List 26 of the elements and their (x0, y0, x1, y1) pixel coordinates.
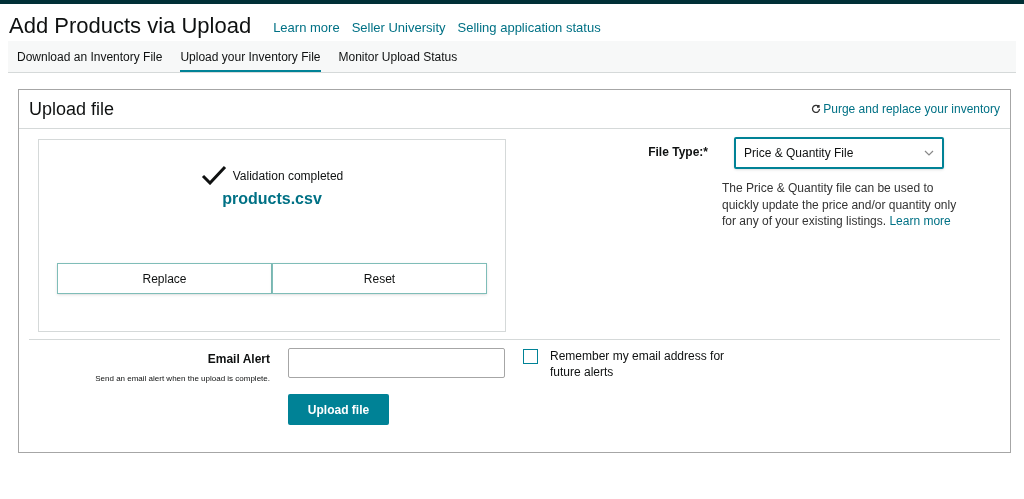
checkmark-icon (200, 165, 227, 185)
remember-checkbox[interactable] (523, 349, 538, 364)
upload-file-button[interactable]: Upload file (288, 394, 389, 425)
tab[interactable]: Upload your Inventory File (180, 41, 321, 72)
panel-title: Upload file (29, 97, 115, 121)
learn-more-link[interactable]: Learn more (889, 214, 951, 228)
validation-status: Validation completed (232, 168, 344, 185)
upload-action-button[interactable]: Reset (272, 263, 487, 294)
tab[interactable]: Monitor Upload Status (338, 41, 458, 72)
file-type-select[interactable]: Price & Quantity File (734, 137, 944, 169)
header-link[interactable]: Learn more (273, 17, 340, 40)
header-link[interactable]: Selling application status (457, 17, 601, 40)
file-name: products.csv (222, 189, 322, 209)
file-type-label: File Type:* (648, 145, 708, 159)
page-title: Add Products via Upload (9, 12, 252, 40)
email-alert-hint: Send an email alert when the upload is complete. (95, 373, 270, 385)
email-alert-label: Email Alert (207, 351, 270, 368)
file-type-description: The Price & Quantity file can be used to quickly update the price and/or quantity only for any of your existing listings. Learn more (722, 180, 958, 230)
refresh-icon (811, 104, 822, 114)
chevron-down-icon (924, 150, 934, 156)
upload-action-button[interactable]: Replace (57, 263, 272, 294)
remember-label: Remember my email address for future alerts (550, 348, 726, 380)
tab[interactable]: Download an Inventory File (17, 41, 163, 72)
purge-link[interactable]: Purge and replace your inventory (811, 100, 1000, 118)
email-field[interactable] (288, 348, 505, 378)
header-link[interactable]: Seller University (351, 17, 446, 40)
